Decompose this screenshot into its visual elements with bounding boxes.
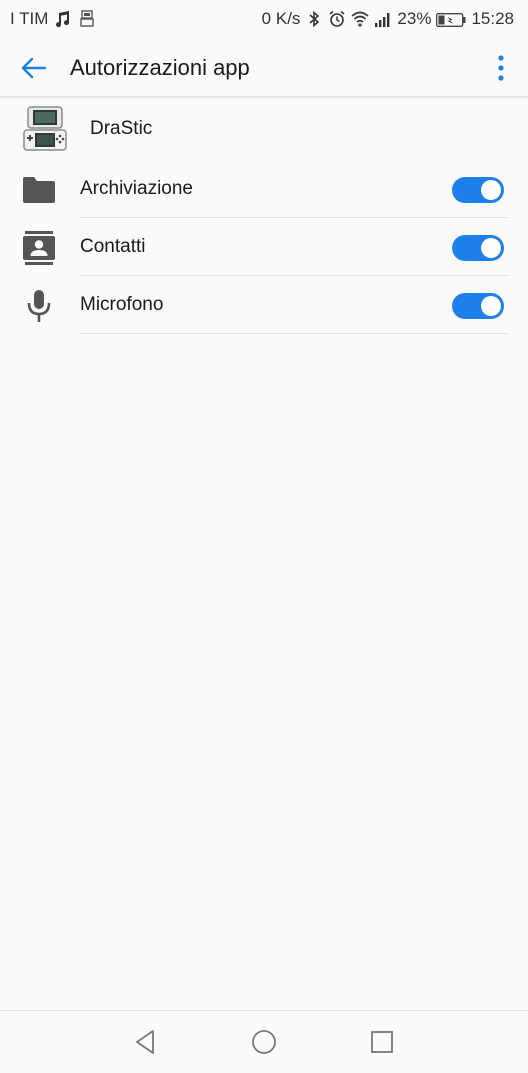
- arrow-left-icon: [21, 57, 47, 79]
- permission-label: Contatti: [80, 236, 146, 257]
- app-header: DraStic: [0, 98, 528, 160]
- overflow-menu-button[interactable]: [492, 53, 510, 83]
- permission-toggle-contacts[interactable]: [452, 235, 504, 261]
- app-bar: Autorizzazioni app: [0, 38, 528, 98]
- microphone-icon: [20, 289, 58, 323]
- app-name: DraStic: [90, 118, 153, 139]
- toggle-knob: [481, 296, 501, 316]
- recents-square-icon: [371, 1031, 393, 1053]
- back-button[interactable]: [18, 52, 50, 84]
- nav-home-button[interactable]: [250, 1028, 278, 1056]
- battery-icon: [436, 12, 466, 27]
- toggle-knob: [481, 238, 501, 258]
- drastic-notification-icon: [78, 10, 96, 28]
- carrier-name: I TIM: [10, 9, 49, 28]
- permission-label: Archiviazione: [80, 178, 193, 199]
- permission-row-storage[interactable]: Archiviazione: [0, 160, 528, 218]
- permission-label: Microfono: [80, 294, 164, 315]
- toggle-knob: [481, 180, 501, 200]
- nav-recents-button[interactable]: [368, 1028, 396, 1056]
- permission-toggle-storage[interactable]: [452, 177, 504, 203]
- permission-toggle-microphone[interactable]: [452, 293, 504, 319]
- back-triangle-icon: [136, 1030, 154, 1054]
- folder-icon: [20, 173, 58, 207]
- more-vert-icon: [498, 55, 504, 81]
- status-bar-right: 0 K/s 23% 15:28: [262, 9, 514, 29]
- music-note-icon: [54, 10, 72, 28]
- navigation-bar: [0, 1010, 528, 1073]
- home-circle-icon: [252, 1030, 276, 1054]
- signal-icon: [374, 10, 392, 28]
- clock-time: 15:28: [471, 9, 514, 28]
- permission-row-microphone[interactable]: Microfono: [0, 276, 528, 334]
- nav-back-button[interactable]: [132, 1028, 160, 1056]
- status-bar: I TIM 0 K/s 23% 15:28: [0, 0, 528, 38]
- network-speed: 0 K/s: [261, 9, 301, 28]
- permission-row-contacts[interactable]: Contatti: [0, 218, 528, 276]
- nintendo-ds-icon: [22, 106, 68, 152]
- wifi-icon: [351, 10, 369, 28]
- battery-percent: 23%: [397, 9, 432, 28]
- status-bar-left: I TIM: [10, 9, 96, 29]
- alarm-icon: [328, 10, 346, 28]
- divider: [80, 333, 508, 334]
- bluetooth-icon: [305, 10, 323, 28]
- page-title: Autorizzazioni app: [70, 55, 250, 80]
- contacts-icon: [20, 231, 58, 265]
